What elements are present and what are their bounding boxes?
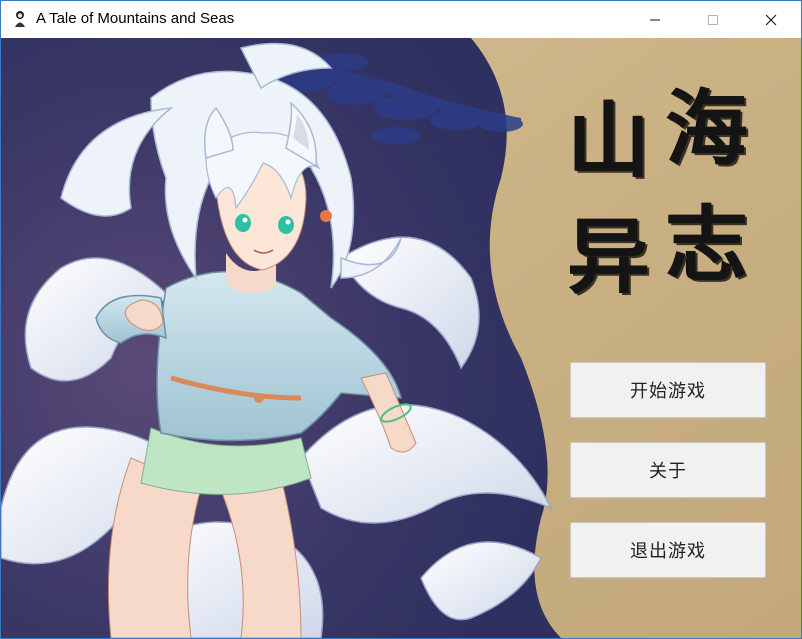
minimize-button[interactable] bbox=[632, 1, 678, 38]
game-logo: 海 山 志 异 bbox=[566, 88, 766, 303]
about-button[interactable]: 关于 bbox=[570, 442, 766, 498]
close-button[interactable] bbox=[748, 1, 794, 38]
logo-char-yi: 异 bbox=[568, 209, 651, 305]
minimize-icon bbox=[650, 19, 660, 20]
game-menu-screen: 海 山 志 异 开始游戏 关于 退出游戏 bbox=[1, 38, 801, 638]
maximize-icon bbox=[708, 14, 718, 25]
window-title: A Tale of Mountains and Seas bbox=[36, 10, 235, 27]
start-game-button[interactable]: 开始游戏 bbox=[570, 362, 766, 418]
logo-char-hai: 海 bbox=[666, 81, 749, 177]
title-bar[interactable]: A Tale of Mountains and Seas bbox=[1, 1, 801, 38]
logo-char-zhi: 志 bbox=[666, 197, 749, 293]
close-icon bbox=[765, 14, 777, 25]
logo-char-shan: 山 bbox=[568, 93, 651, 189]
maximize-button[interactable] bbox=[690, 1, 736, 38]
exit-game-button[interactable]: 退出游戏 bbox=[570, 522, 766, 578]
app-window: A Tale of Mountains and Seas 海 山 志 异 开始游… bbox=[0, 0, 802, 639]
person-icon bbox=[15, 11, 25, 27]
